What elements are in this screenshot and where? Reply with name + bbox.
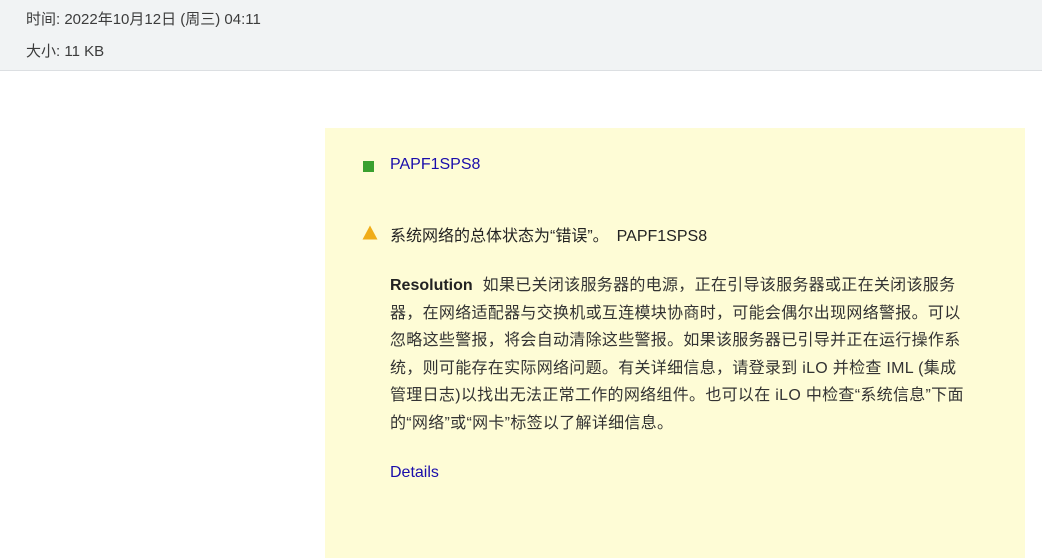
server-link[interactable]: PAPF1SPS8 bbox=[390, 156, 480, 174]
alert-message: 系统网络的总体状态为“错误”。 PAPF1SPS8 bbox=[390, 222, 707, 246]
status-ok-icon bbox=[363, 161, 374, 172]
alert-card: PAPF1SPS8 系统网络的总体状态为“错误”。 PAPF1SPS8 Resol… bbox=[325, 128, 1025, 558]
warning-icon bbox=[362, 225, 378, 240]
resolution-label: Resolution bbox=[390, 277, 473, 294]
resolution-block: Resolution 如果已关闭该服务器的电源，正在引导该服务器或正在关闭该服务器… bbox=[390, 272, 970, 438]
details-link[interactable]: Details bbox=[390, 464, 439, 482]
alert-message-text: 系统网络的总体状态为“错误”。 bbox=[390, 228, 609, 245]
resolution-text: 如果已关闭该服务器的电源，正在引导该服务器或正在关闭该服务器，在网络适配器与交换… bbox=[390, 277, 964, 432]
email-time: 时间: 2022年10月12日 (周三) 04:11 bbox=[26, 11, 261, 28]
email-meta-header: 时间: 2022年10月12日 (周三) 04:11 大小: 11 KB bbox=[0, 0, 1042, 71]
alert-message-server: PAPF1SPS8 bbox=[616, 228, 708, 245]
email-size: 大小: 11 KB bbox=[26, 43, 105, 60]
